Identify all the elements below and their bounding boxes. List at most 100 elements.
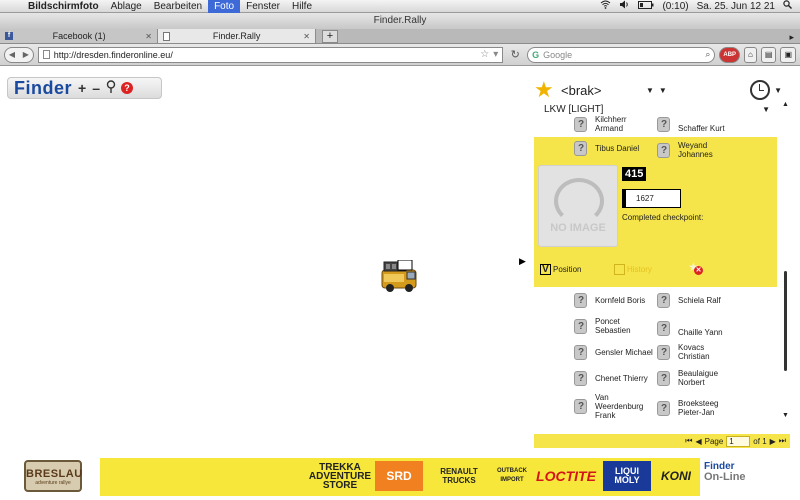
- panel-scrollbar[interactable]: ▲ ▼: [781, 101, 790, 419]
- list-item[interactable]: Van Weerdenburg Frank: [574, 393, 643, 420]
- avatar-icon: [657, 400, 670, 416]
- last-page-button[interactable]: ⏭: [779, 436, 786, 446]
- participant-name: Schaffer Kurt: [678, 124, 725, 133]
- participant-name: Poncet Sebastien: [595, 317, 631, 335]
- list-item[interactable]: Tibus Daniel: [574, 141, 639, 156]
- google-icon[interactable]: G: [532, 50, 539, 60]
- close-tab-icon[interactable]: ✕: [145, 32, 152, 41]
- sponsor-banner: TREKKA ADVENTURE STORE SRD RENAULT TRUCK…: [100, 458, 700, 496]
- volume-icon[interactable]: [619, 0, 630, 12]
- panel-collapse-icon[interactable]: ▶: [519, 256, 526, 267]
- page-icon: [42, 50, 50, 59]
- position-checkbox[interactable]: V: [540, 264, 551, 275]
- battery-icon[interactable]: [638, 0, 654, 12]
- list-item[interactable]: Kilchherr Armand: [574, 115, 627, 133]
- sponsor-loctite[interactable]: LOCTITE: [534, 465, 598, 487]
- zoom-in-button[interactable]: +: [78, 80, 86, 96]
- new-tab-button[interactable]: +: [322, 30, 338, 43]
- extension-button[interactable]: ▣: [780, 46, 796, 63]
- pagination-bar: ⏮ ◀ Page 1 of 1 ▶ ⏭: [534, 434, 790, 448]
- page-count: of 1: [753, 436, 767, 446]
- tab-facebook[interactable]: f Facebook (1) ✕: [0, 29, 158, 43]
- bookmarks-button[interactable]: ▤: [760, 46, 777, 63]
- sponsor-liqui-moly[interactable]: LIQUI MOLY: [603, 461, 651, 491]
- history-dropdown-icon[interactable]: ▾: [493, 49, 498, 60]
- tab-label: Finder.Rally: [212, 31, 261, 41]
- clock-icon[interactable]: [750, 80, 771, 100]
- participant-name: Broeksteeg Pieter-Jan: [678, 399, 719, 417]
- vehicle-marker-truck[interactable]: [380, 259, 420, 294]
- history-checkbox[interactable]: [614, 264, 625, 275]
- participant-name: Chenet Thierry: [595, 374, 648, 383]
- menu-foto[interactable]: Foto: [208, 0, 241, 13]
- avatar-icon: [574, 116, 587, 132]
- sponsor-koni[interactable]: KONI: [654, 465, 698, 487]
- tab-bar: f Facebook (1) ✕ Finder.Rally ✕ + ▸: [0, 29, 800, 44]
- search-placeholder: Google: [543, 49, 573, 60]
- help-button[interactable]: ?: [121, 82, 133, 94]
- list-item[interactable]: Poncet Sebastien: [574, 317, 631, 335]
- team-dropdown-icon[interactable]: ▼: [646, 86, 654, 95]
- forward-button[interactable]: ▶: [19, 48, 33, 62]
- vehicle-photo-placeholder: NO IMAGE: [538, 165, 618, 247]
- first-page-button[interactable]: ⏮: [685, 436, 692, 446]
- tab-finder-rally[interactable]: Finder.Rally ✕: [158, 29, 316, 43]
- close-tab-icon[interactable]: ✕: [303, 32, 310, 41]
- menu-ablage[interactable]: Ablage: [105, 0, 148, 13]
- list-item[interactable]: Weyand Johannes: [657, 141, 713, 159]
- list-item[interactable]: Chenet Thierry: [574, 371, 648, 386]
- prev-page-button[interactable]: ◀: [695, 437, 701, 446]
- reload-button[interactable]: ↻: [507, 47, 523, 63]
- sponsor-trekka[interactable]: TREKKA ADVENTURE STORE: [305, 462, 375, 490]
- team-select[interactable]: <brak>: [561, 83, 641, 98]
- avatar-icon: [574, 399, 587, 414]
- back-button[interactable]: ◀: [5, 48, 19, 62]
- remove-favorite-icon[interactable]: ★ ✕: [688, 260, 706, 278]
- list-item[interactable]: Kornfeld Boris: [574, 293, 645, 308]
- history-toggle[interactable]: History: [614, 264, 652, 275]
- position-toggle[interactable]: V Position: [540, 264, 581, 275]
- list-item[interactable]: Schaffer Kurt: [657, 115, 725, 133]
- menu-app[interactable]: Bildschirmfoto: [22, 0, 105, 13]
- tab-overflow-icon[interactable]: ▸: [783, 32, 800, 43]
- search-pin-icon[interactable]: [106, 79, 116, 97]
- sponsor-srd[interactable]: SRD: [375, 461, 423, 491]
- spotlight-icon[interactable]: [783, 0, 792, 12]
- adblock-button[interactable]: ABP: [719, 46, 741, 63]
- scroll-up-icon[interactable]: ▲: [782, 101, 789, 108]
- home-button[interactable]: ⌂: [744, 46, 757, 63]
- selected-participant-card[interactable]: Tibus Daniel Weyand Johannes NO IMAGE 41…: [534, 137, 777, 287]
- scroll-down-icon[interactable]: ▼: [782, 412, 789, 419]
- participant-name: Kilchherr Armand: [595, 115, 627, 133]
- url-text[interactable]: http://dresden.finderonline.eu/: [54, 50, 477, 60]
- breslau-logo[interactable]: BRESLAU adventure rallye: [24, 460, 82, 492]
- favorite-star-icon[interactable]: ★: [534, 77, 556, 103]
- sponsor-renault-trucks[interactable]: RENAULT TRUCKS: [428, 465, 490, 487]
- page-input[interactable]: 1: [726, 435, 751, 447]
- bookmark-star-icon[interactable]: ☆: [480, 49, 489, 60]
- menu-fenster[interactable]: Fenster: [240, 0, 286, 13]
- menu-hilfe[interactable]: Hilfe: [286, 0, 318, 13]
- search-icon[interactable]: ⌕: [705, 49, 710, 60]
- list-item[interactable]: Gensler Michael: [574, 345, 653, 360]
- zoom-out-button[interactable]: –: [92, 80, 100, 96]
- time-dropdown-icon[interactable]: ▼: [774, 86, 782, 95]
- list-item[interactable]: Kovacs Christian: [657, 343, 710, 361]
- list-item[interactable]: Chaille Yann: [657, 319, 723, 337]
- list-item[interactable]: Broeksteeg Pieter-Jan: [657, 399, 718, 417]
- class-dropdown-icon[interactable]: ▼: [762, 105, 770, 114]
- menu-bearbeiten[interactable]: Bearbeiten: [148, 0, 208, 13]
- next-page-button[interactable]: ▶: [770, 437, 776, 446]
- gauge-icon: [554, 178, 604, 224]
- list-item[interactable]: Schiela Ralf: [657, 293, 721, 308]
- team-dropdown-icon-2[interactable]: ▼: [659, 86, 667, 95]
- wifi-icon[interactable]: [600, 0, 611, 12]
- menubar-clock[interactable]: Sa. 25. Jun 12 21: [697, 1, 775, 12]
- scrollbar-thumb[interactable]: [784, 271, 787, 371]
- sponsor-outback-import[interactable]: OUTBACK IMPORT: [492, 465, 532, 487]
- address-bar[interactable]: http://dresden.finderonline.eu/ ☆ ▾: [37, 46, 504, 63]
- finder-online-logo[interactable]: Finder On-Line: [704, 462, 746, 483]
- class-select[interactable]: LKW [LIGHT]: [544, 104, 603, 115]
- list-item[interactable]: Beaulaigue Norbert: [657, 369, 718, 387]
- search-box[interactable]: G Google ⌕: [527, 46, 716, 63]
